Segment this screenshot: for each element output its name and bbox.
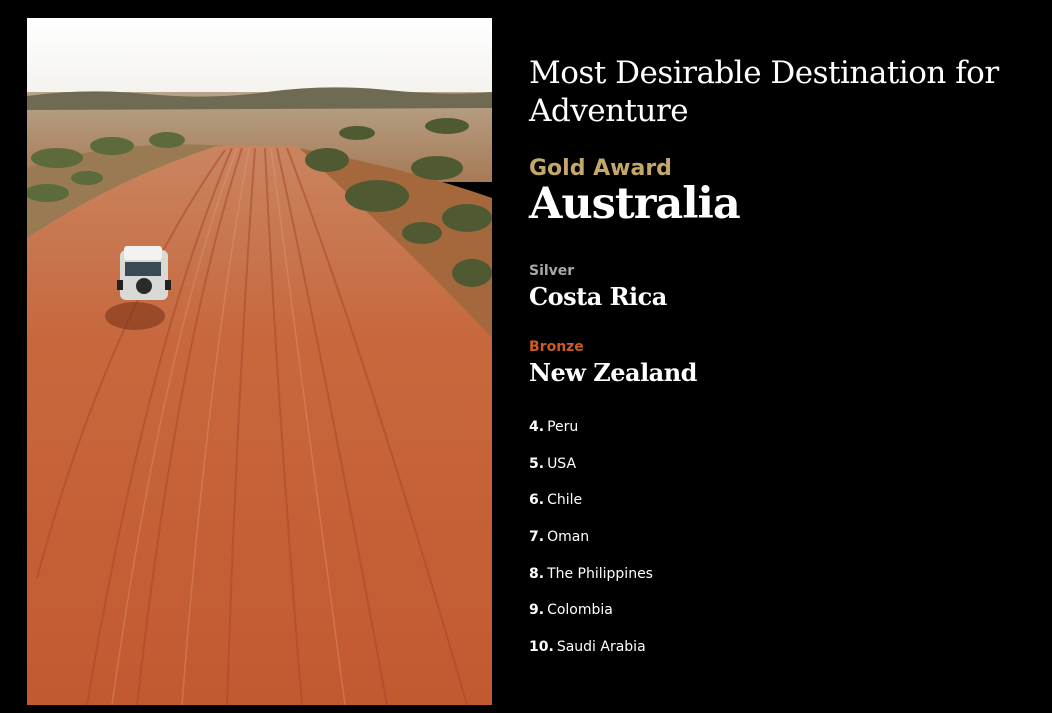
ranking-item: 9. Colombia bbox=[529, 601, 1029, 619]
ranking-item: 10. Saudi Arabia bbox=[529, 638, 1029, 656]
rankings-list: 4. Peru 5. USA 6. Chile 7. Oman 8. The Philip… bbox=[529, 418, 1029, 656]
silver-award-winner: Costa Rica bbox=[529, 282, 667, 311]
rank-destination: Colombia bbox=[547, 602, 613, 619]
rank-number: 8. bbox=[529, 565, 545, 582]
destination-photo bbox=[27, 18, 492, 705]
silver-award-label: Silver bbox=[529, 263, 575, 279]
rank-destination: USA bbox=[547, 455, 577, 472]
award-panel: Most Desirable Destination for Adventure… bbox=[529, 54, 1029, 675]
ranking-item: 4. Peru bbox=[529, 418, 1029, 436]
silver-block: Silver Costa Rica bbox=[529, 262, 1029, 312]
rank-number: 10. bbox=[529, 639, 554, 656]
bronze-award-winner: New Zealand bbox=[529, 358, 697, 387]
bronze-award-label: Bronze bbox=[529, 339, 584, 355]
rank-number: 6. bbox=[529, 492, 545, 509]
vehicle bbox=[117, 246, 171, 300]
rank-destination: Peru bbox=[547, 419, 579, 435]
rank-destination: The Philippines bbox=[547, 565, 653, 582]
rank-destination: Oman bbox=[547, 529, 590, 546]
page: Most Desirable Destination for Adventure… bbox=[0, 0, 1052, 713]
ranking-item: 5. USA bbox=[529, 455, 1029, 473]
rank-number: 7. bbox=[529, 529, 545, 546]
rank-number: 4. bbox=[529, 419, 545, 435]
ranking-item: 7. Oman bbox=[529, 528, 1029, 546]
rank-number: 5. bbox=[529, 455, 545, 472]
rank-destination: Chile bbox=[547, 492, 583, 509]
rank-destination: Saudi Arabia bbox=[556, 639, 646, 656]
ranking-item: 8. The Philippines bbox=[529, 565, 1029, 583]
ranking-item: 6. Chile bbox=[529, 491, 1029, 509]
rank-number: 9. bbox=[529, 602, 545, 619]
gold-award-winner: Australia bbox=[529, 179, 741, 229]
award-title: Most Desirable Destination for Adventure bbox=[529, 55, 999, 129]
bronze-block: Bronze New Zealand bbox=[529, 338, 1029, 388]
